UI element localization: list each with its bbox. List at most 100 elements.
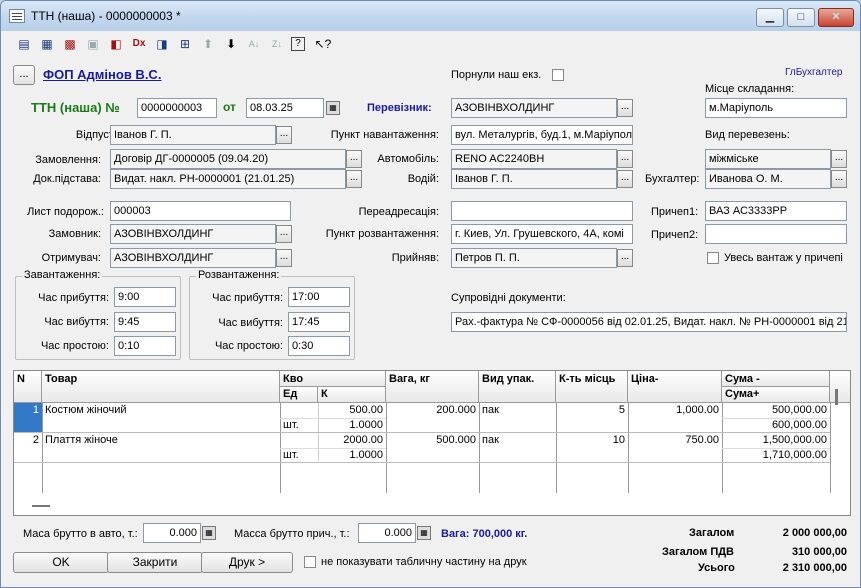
readdress-label: Переадресація:: [358, 206, 439, 218]
waybill-label: Лист подорож.:: [27, 206, 104, 218]
all-cargo-checkbox[interactable]: [707, 252, 719, 264]
delete-row-icon[interactable]: ◧: [107, 35, 125, 53]
move-down-icon[interactable]: ⬇: [222, 35, 240, 53]
col-header-pack[interactable]: Вид упак.: [479, 371, 556, 403]
delete-doc-icon[interactable]: ▩: [61, 35, 79, 53]
sort-desc-icon[interactable]: Z↓: [268, 35, 286, 53]
receiver-select-button[interactable]: ...: [276, 249, 292, 267]
loading-arrival-input[interactable]: 9:00: [114, 287, 176, 307]
print-button[interactable]: Друк >: [201, 552, 293, 573]
transport-type-input[interactable]: міжміське: [705, 149, 831, 169]
receiver-input[interactable]: АЗОВІНВХОЛДИНГ: [110, 248, 276, 268]
calculator-icon[interactable]: ▦: [417, 526, 431, 540]
calculator-icon[interactable]: ▦: [202, 526, 216, 540]
grand-total-label: Усього: [698, 562, 735, 574]
accounting-link[interactable]: ГлБухгалтер: [785, 67, 842, 78]
copy-doc-icon[interactable]: ▦: [38, 35, 56, 53]
trailer1-label: Причеп1:: [651, 206, 699, 218]
col-header-coef[interactable]: К: [318, 387, 386, 403]
print-doc-icon[interactable]: ▣: [84, 35, 102, 53]
row-qty: 2000.00: [343, 434, 383, 446]
carrier-input[interactable]: АЗОВІНВХОЛДИНГ: [451, 98, 617, 118]
col-header-unit[interactable]: Ед: [280, 387, 318, 403]
col-header-places[interactable]: К-ть місць: [556, 371, 628, 403]
row-product: Костюм жіночий: [45, 404, 127, 416]
car-input[interactable]: RENO AC2240BH: [451, 149, 617, 169]
close-form-button[interactable]: Закрити: [107, 552, 203, 573]
car-select-button[interactable]: ...: [617, 150, 633, 168]
help-icon[interactable]: ?: [291, 37, 305, 51]
accepted-select-button[interactable]: ...: [617, 249, 633, 267]
unloading-arrival-input[interactable]: 17:00: [288, 287, 350, 307]
horizontal-scrollbar[interactable]: [32, 505, 50, 507]
col-header-price[interactable]: Ціна-: [628, 371, 722, 403]
readdress-input[interactable]: [451, 201, 633, 221]
insert-row-icon[interactable]: ⊞: [176, 35, 194, 53]
hide-table-checkbox[interactable]: [304, 556, 316, 568]
loading-departure-input[interactable]: 9:45: [114, 312, 176, 332]
row-number: 1: [14, 403, 42, 432]
unloading-departure-input[interactable]: 17:45: [288, 312, 350, 332]
trailer1-input[interactable]: ВАЗ АС3333РР: [705, 201, 847, 221]
driver-select-button[interactable]: ...: [617, 170, 633, 188]
org-name-link[interactable]: ФОП Адмінов В.С.: [43, 67, 161, 82]
loading-idle-input[interactable]: 0:10: [114, 336, 176, 356]
gross-trailer-input[interactable]: 0.000: [358, 523, 416, 543]
trailer2-input[interactable]: [705, 224, 847, 244]
move-up-icon[interactable]: ⬆: [199, 35, 217, 53]
org-select-button[interactable]: ...: [13, 65, 35, 85]
title-bar[interactable]: ТТН (наша) - 0000000003 * ▁ □ ✕: [1, 1, 860, 31]
col-header-weight[interactable]: Вага, кг: [386, 371, 479, 403]
carrier-select-button[interactable]: ...: [617, 99, 633, 117]
doc-number-input[interactable]: 0000000003: [137, 98, 217, 118]
accountant-select-button[interactable]: ...: [831, 170, 847, 188]
row-coef: 1.0000: [349, 419, 383, 431]
unloading-idle-input[interactable]: 0:30: [288, 336, 350, 356]
edit-row-icon[interactable]: ◨: [153, 35, 171, 53]
new-doc-icon[interactable]: ▤: [15, 35, 33, 53]
customer-select-button[interactable]: ...: [276, 225, 292, 243]
loading-point-input[interactable]: вул. Металургів, буд.1, м.Маріуполі: [451, 125, 633, 145]
accepted-input[interactable]: Петров П. П.: [451, 248, 617, 268]
unloading-point-input[interactable]: г. Киев, Ул. Грушевского, 4А, комі: [451, 224, 633, 244]
close-button[interactable]: ✕: [818, 8, 854, 27]
calendar-icon[interactable]: ▦: [326, 101, 340, 115]
docs-input[interactable]: Рах.-фактура № СФ-0000056 від 02.01.25, …: [451, 312, 847, 332]
unloading-arrival-label: Час прибуття:: [212, 292, 283, 304]
col-header-product[interactable]: Товар: [42, 371, 280, 403]
shipped-input[interactable]: Іванов Г. П.: [110, 125, 276, 145]
total-label: Загалом: [689, 527, 735, 539]
doc-date-input[interactable]: 08.03.25: [246, 98, 324, 118]
transport-type-select-button[interactable]: ...: [831, 150, 847, 168]
unloading-departure-label: Час вибуття:: [218, 317, 283, 329]
shipped-select-button[interactable]: ...: [276, 126, 292, 144]
document-icon: [9, 9, 25, 23]
minimize-button[interactable]: ▁: [756, 8, 784, 27]
clear-icon[interactable]: Dx: [130, 35, 148, 53]
accountant-input[interactable]: Иванова О. М.: [705, 169, 831, 189]
goods-table[interactable]: N Товар Кво Ед К Вага, кг Вид упак. К-ть…: [13, 370, 851, 516]
place-input[interactable]: м.Маріуполь: [705, 98, 847, 118]
gross-auto-input[interactable]: 0.000: [143, 523, 201, 543]
customer-input[interactable]: АЗОВІНВХОЛДИНГ: [110, 224, 276, 244]
received-copy-checkbox[interactable]: [552, 69, 564, 81]
sort-asc-icon[interactable]: A↓: [245, 35, 263, 53]
document-window: ТТН (наша) - 0000000003 * ▁ □ ✕ ▤ ▦ ▩ ▣ …: [0, 0, 861, 588]
row-pack: пак: [482, 404, 499, 416]
all-cargo-label: Увесь вантаж у причепі: [724, 252, 843, 264]
col-header-n[interactable]: N: [14, 371, 42, 403]
row-qty: 500.00: [349, 404, 383, 416]
col-header-sum-plus[interactable]: Сума+: [722, 387, 830, 403]
waybill-input[interactable]: 000003: [110, 201, 291, 221]
whats-this-icon[interactable]: ↖?: [314, 35, 332, 53]
vertical-scrollbar[interactable]: [835, 389, 838, 405]
row-sum-plus: 600,000.00: [771, 419, 827, 431]
maximize-button[interactable]: □: [787, 8, 815, 27]
col-header-qty[interactable]: Кво: [280, 371, 386, 387]
row-sum: 1,500,000.00: [762, 434, 827, 446]
col-header-sum[interactable]: Сума -: [722, 371, 830, 387]
gross-auto-label: Маса брутто в авто, т.:: [23, 528, 138, 540]
ok-button[interactable]: OK: [13, 552, 109, 573]
received-copy-label: Порнули наш екз.: [451, 69, 542, 81]
driver-input[interactable]: Іванов Г. П.: [451, 169, 617, 189]
